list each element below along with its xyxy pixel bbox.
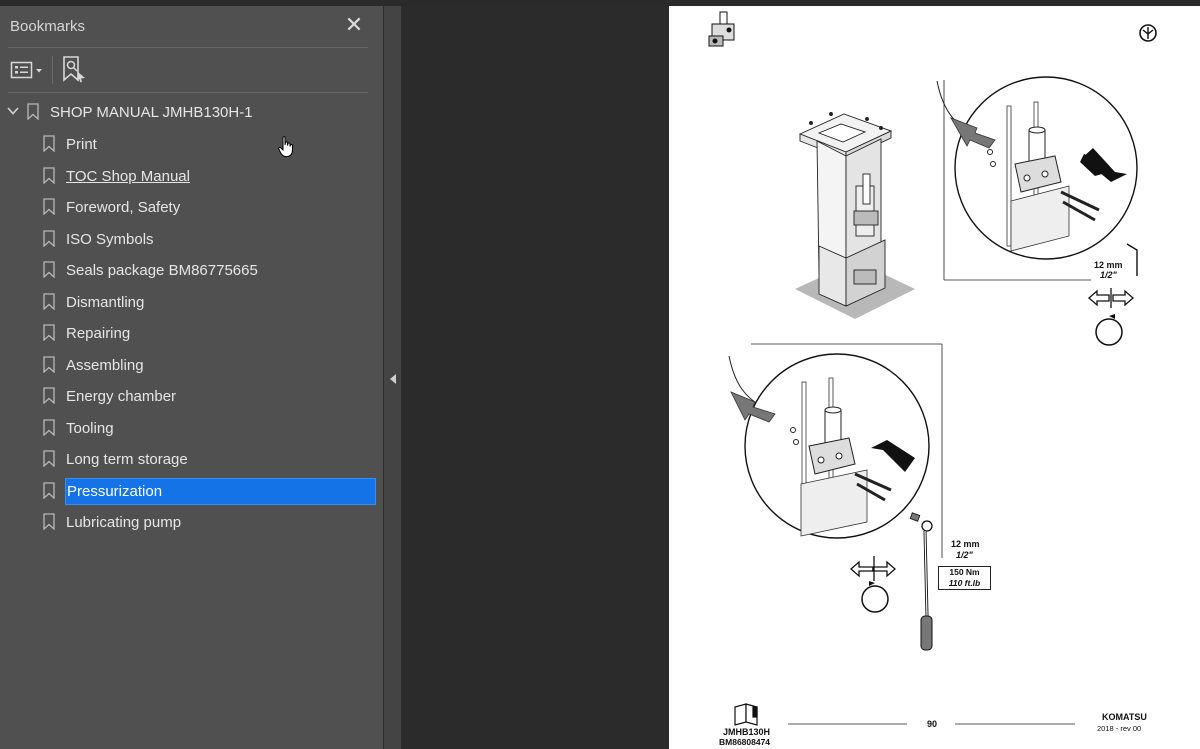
spec-top-size-in: 1/2" (1100, 270, 1117, 280)
bookmark-label: Repairing (66, 325, 131, 342)
technical-illustration (708, 11, 1157, 726)
footer-model: JMHB130H (723, 727, 771, 737)
bookmark-item-energy-chamber[interactable]: Energy chamber (0, 382, 383, 410)
bookmarks-panel: Bookmarks ✕ SHOP MANUAL JMHB130H-1 Print… (0, 6, 383, 749)
bookmark-item-assembling[interactable]: Assembling (0, 351, 383, 379)
options-menu-button[interactable] (10, 58, 46, 82)
bookmark-item-long-term-storage[interactable]: Long term storage (0, 445, 383, 473)
remove-arrows-icon (1088, 288, 1134, 308)
bookmark-label: TOC Shop Manual (66, 167, 190, 185)
bookmarks-toolbar (0, 48, 383, 92)
footer-brand: KOMATSU (1102, 712, 1147, 722)
bookmark-icon (43, 166, 55, 184)
toolbar-divider (8, 92, 368, 93)
add-bookmark-button[interactable] (60, 54, 88, 84)
bookmark-icon (43, 387, 55, 404)
footer-revision: 2018 - rev 00 (1097, 724, 1142, 733)
footer-doc-number: BM86808474 (719, 737, 771, 747)
bookmark-item-toc-shop-manual[interactable]: TOC Shop Manual (0, 162, 383, 190)
bookmark-label: Foreword, Safety (66, 199, 181, 216)
bookmark-item-print[interactable]: Print (0, 130, 383, 158)
spec-top-size-mm: 12 mm (1094, 260, 1123, 270)
collapse-panel-icon[interactable] (388, 373, 398, 385)
bookmark-item-iso-symbols[interactable]: ISO Symbols (0, 225, 383, 253)
bookmark-item-repairing[interactable]: Repairing (0, 319, 383, 347)
bookmark-label: Tooling (66, 419, 114, 437)
bookmark-label: Pressurization (67, 482, 163, 500)
bookmark-label: Long term storage (66, 451, 188, 468)
bookmark-icon (43, 261, 55, 278)
manual-book-icon (734, 703, 758, 726)
bookmark-item-foreword-safety[interactable]: Foreword, Safety (0, 193, 383, 221)
panel-title: Bookmarks (10, 18, 86, 35)
torque-wrench-icon (909, 512, 933, 651)
spec-bottom-size-in: 1/2" (956, 550, 973, 560)
bookmark-item-tooling[interactable]: Tooling (0, 414, 383, 442)
torque-spec-box: 150 Nm 110 ft.lb (938, 566, 991, 590)
torque-ftlb: 110 ft.lb (948, 578, 981, 588)
bookmark-icon (43, 324, 55, 341)
bookmark-label: Lubricating pump (66, 514, 182, 531)
bookmark-label: Print (66, 136, 97, 153)
document-viewer-background (401, 6, 669, 749)
allen-key-icon (1126, 243, 1138, 276)
iso-symbol-icon (1139, 24, 1157, 42)
bookmark-label: Dismantling (66, 293, 145, 311)
bookmark-item-dismantling[interactable]: Dismantling (0, 288, 383, 316)
bookmark-item-pressurization[interactable]: Pressurization (0, 477, 383, 505)
bookmark-item-seals-package[interactable]: Seals package BM86775665 (0, 256, 383, 284)
list-options-icon (10, 61, 42, 79)
tighten-arrows-icon (850, 556, 896, 581)
bookmark-icon (43, 481, 55, 499)
bookmark-icon (43, 355, 55, 373)
bookmark-root-label: SHOP MANUAL JMHB130H-1 (50, 104, 253, 121)
pump-header-icon (708, 11, 735, 47)
panel-header: Bookmarks ✕ (0, 6, 383, 48)
bookmark-label: Assembling (66, 356, 144, 374)
bookmark-label: Energy chamber (66, 388, 177, 405)
document-page: 12 mm 1/2" 12 mm 1/2" 150 Nm 110 ft.lb J… (669, 6, 1200, 749)
add-bookmark-icon (63, 56, 85, 83)
hand-cursor-icon (278, 136, 293, 157)
bookmark-icon (43, 513, 55, 530)
close-panel-button[interactable]: ✕ (343, 14, 365, 36)
breaker-frame-drawing (795, 112, 915, 319)
bookmark-item-lubricating-pump[interactable]: Lubricating pump (0, 508, 383, 536)
bookmark-icon (43, 292, 55, 310)
bookmark-icon (27, 103, 39, 120)
rotate-counterclockwise-icon (1095, 314, 1123, 346)
detail-circle-bottom (728, 343, 943, 558)
torque-nm: 150 Nm (949, 567, 980, 577)
bookmark-icon (43, 229, 55, 247)
bookmark-label: Seals package BM86775665 (66, 262, 258, 279)
chevron-down-icon[interactable] (6, 104, 20, 118)
spec-bottom-size-mm: 12 mm (951, 539, 980, 549)
bookmark-icon (43, 198, 55, 215)
bookmark-root[interactable]: SHOP MANUAL JMHB130H-1 (0, 98, 383, 126)
panel-splitter[interactable] (383, 6, 401, 749)
bookmark-icon (43, 135, 55, 152)
footer-page-number: 90 (927, 719, 938, 729)
toolbar-separator (52, 56, 53, 84)
detail-circle-top (936, 76, 1138, 281)
bookmark-icon (43, 450, 55, 467)
bookmark-label: ISO Symbols (66, 230, 154, 248)
bookmark-icon (43, 418, 55, 436)
rotate-clockwise-icon (861, 581, 889, 613)
